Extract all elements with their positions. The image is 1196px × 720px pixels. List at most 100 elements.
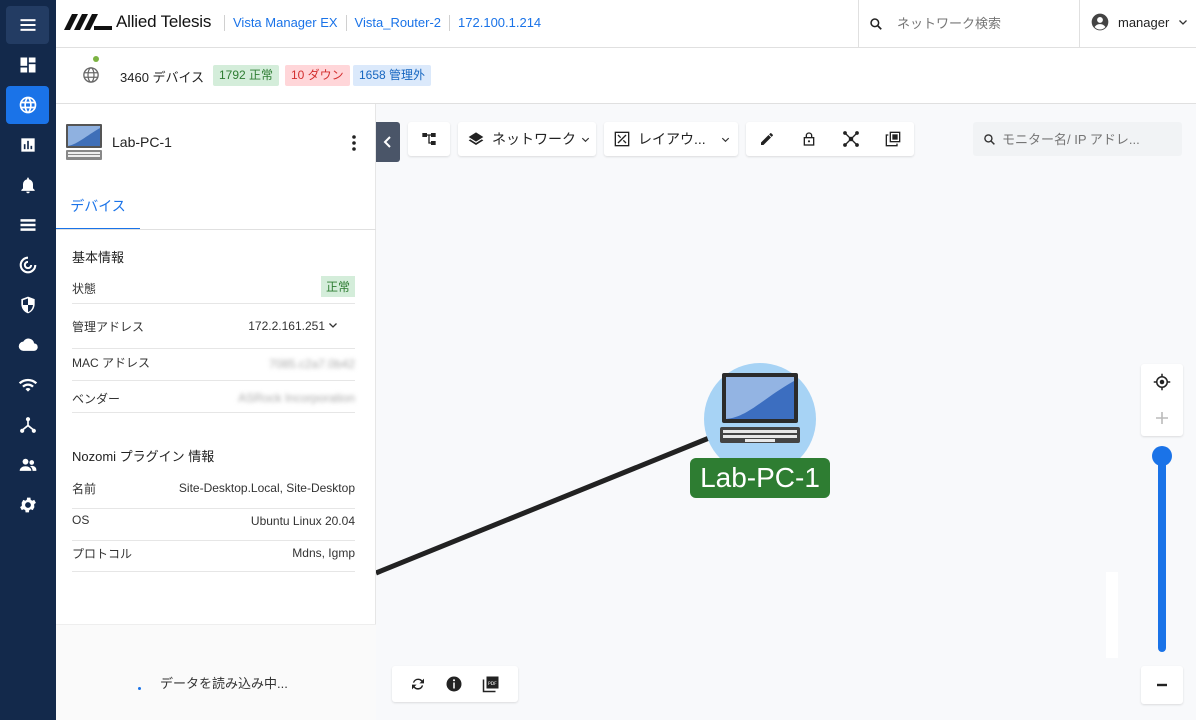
loading-spinner	[138, 687, 141, 690]
chevron-down-icon[interactable]	[327, 319, 339, 331]
panel-header: Lab-PC-1	[64, 120, 368, 164]
nav-radar[interactable]	[6, 246, 49, 284]
allied-telesis-logo-icon	[64, 14, 112, 30]
nav-security[interactable]	[6, 286, 49, 324]
wifi-icon	[18, 378, 37, 392]
scatter-nodes-icon	[843, 131, 859, 147]
normal-count-badge[interactable]: 1792 正常	[213, 65, 280, 86]
brand-logo[interactable]: Allied Telesis	[64, 10, 211, 34]
desktop-pc-icon	[66, 124, 102, 160]
nav-topology[interactable]	[6, 406, 49, 444]
breadcrumb-router[interactable]: Vista_Router-2	[345, 15, 449, 31]
users-icon	[19, 458, 36, 471]
info-row-mac: MAC アドレス 7085.c2a7.0b42	[72, 349, 355, 381]
down-count-badge[interactable]: 10 ダウン	[285, 65, 350, 86]
nozomi-info-title: Nozomi プラグイン 情報	[72, 449, 215, 464]
unmanaged-count-badge[interactable]: 1658 管理外	[353, 65, 432, 86]
copy-button[interactable]	[872, 122, 914, 156]
more-vert-icon[interactable]	[346, 134, 362, 152]
nav-network[interactable]	[6, 86, 49, 124]
user-menu[interactable]: manager	[1090, 12, 1189, 32]
collapse-panel-button[interactable]	[376, 122, 400, 162]
info-value: 7085.c2a7.0b42	[268, 357, 355, 371]
breadcrumb-ip[interactable]: 172.100.1.214	[449, 15, 549, 31]
chevron-left-icon	[383, 136, 391, 148]
search-icon	[984, 133, 995, 145]
recenter-button[interactable]	[1141, 364, 1183, 400]
nav-wifi[interactable]	[6, 366, 49, 404]
info-key: プロトコル	[72, 547, 133, 561]
topology-canvas[interactable]: ネットワーク レイアウ... Lab-PC-1	[376, 104, 1196, 720]
nav-dashboard[interactable]	[6, 46, 49, 84]
nav-cloud[interactable]	[6, 326, 49, 364]
network-search[interactable]	[858, 0, 1080, 47]
breadcrumb-app[interactable]: Vista Manager EX	[224, 15, 346, 31]
zoom-out-button[interactable]	[1141, 666, 1183, 704]
pencil-icon	[761, 133, 773, 145]
device-status-bar: 3460 デバイス 1792 正常 10 ダウン 1658 管理外	[56, 48, 1196, 104]
info-value: Site-Desktop.Local, Site-Desktop	[178, 481, 355, 495]
layout-icon	[614, 131, 630, 147]
info-key: ベンダー	[72, 392, 121, 406]
device-title: Lab-PC-1	[112, 134, 172, 150]
zoom-out[interactable]	[1141, 666, 1183, 704]
dashboard-icon	[20, 57, 35, 73]
tab-divider	[56, 229, 376, 230]
layers-icon	[468, 132, 484, 145]
nav-alarms[interactable]	[6, 166, 49, 204]
list-icon	[20, 219, 35, 231]
info-key: 管理アドレス	[72, 320, 145, 334]
panel-footer: データを読み込み中...	[56, 624, 376, 720]
shield-icon	[20, 296, 35, 314]
hierarchy-icon	[422, 133, 436, 145]
crosshair-icon	[1153, 373, 1171, 391]
monitor-search-input[interactable]	[1002, 131, 1172, 147]
info-value: ASRock Incorporation	[238, 391, 355, 405]
network-layer-label: ネットワーク	[492, 131, 576, 147]
minus-icon	[1157, 683, 1167, 687]
pdf-icon[interactable]: PDF	[482, 675, 500, 693]
plus-icon	[1156, 412, 1168, 424]
network-search-input[interactable]	[897, 16, 1057, 31]
breadcrumb: Vista Manager EX Vista_Router-2 172.100.…	[224, 15, 549, 31]
layout-label: レイアウ...	[638, 131, 706, 147]
info-key: 名前	[72, 482, 97, 496]
nav-reports[interactable]	[6, 126, 49, 164]
nav-rail	[0, 0, 56, 720]
cloud-icon	[18, 338, 38, 351]
zoom-slider-track[interactable]	[1158, 450, 1166, 652]
network-layer-dropdown[interactable]: ネットワーク	[458, 122, 596, 156]
hierarchy-button[interactable]	[408, 122, 450, 156]
menu-button[interactable]	[6, 6, 49, 44]
lock-button[interactable]	[788, 122, 830, 156]
top-bar: Allied Telesis Vista Manager EX Vista_Ro…	[56, 0, 1196, 48]
layout-dropdown[interactable]: レイアウ...	[604, 122, 738, 156]
svg-text:PDF: PDF	[488, 681, 497, 687]
info-icon[interactable]	[445, 675, 463, 693]
edit-button[interactable]	[746, 122, 788, 156]
basic-info-title: 基本情報	[72, 250, 125, 265]
zoom-slider-handle[interactable]	[1152, 445, 1172, 466]
topology-icon	[19, 417, 36, 433]
nav-settings[interactable]	[6, 486, 49, 524]
canvas-bottom-toolbar: PDF	[392, 666, 518, 702]
zoom-controls	[1141, 364, 1183, 436]
refresh-icon[interactable]	[410, 676, 426, 692]
tab-device[interactable]: デバイス	[56, 190, 140, 230]
device-count: 3460 デバイス	[120, 70, 205, 85]
connect-nodes-button[interactable]	[830, 122, 872, 156]
radar-icon	[19, 256, 36, 274]
info-key: 状態	[72, 282, 97, 296]
info-row-vendor: ベンダー ASRock Incorporation	[72, 381, 355, 413]
info-row-name: 名前 Site-Desktop.Local, Site-Desktop	[72, 477, 355, 509]
zoom-in-button[interactable]	[1141, 400, 1183, 436]
nav-list[interactable]	[6, 206, 49, 244]
nav-users[interactable]	[6, 446, 49, 484]
node-label[interactable]: Lab-PC-1	[690, 458, 830, 498]
chevron-down-icon	[721, 137, 729, 142]
monitor-search[interactable]	[973, 122, 1182, 156]
info-row-protocol: プロトコル Mdns, Igmp	[72, 541, 355, 572]
info-key: MAC アドレス	[72, 356, 151, 370]
info-row-mgmt-address[interactable]: 管理アドレス 172.2.161.251	[72, 304, 355, 349]
info-row-os: OS Ubuntu Linux 20.04	[72, 509, 355, 541]
